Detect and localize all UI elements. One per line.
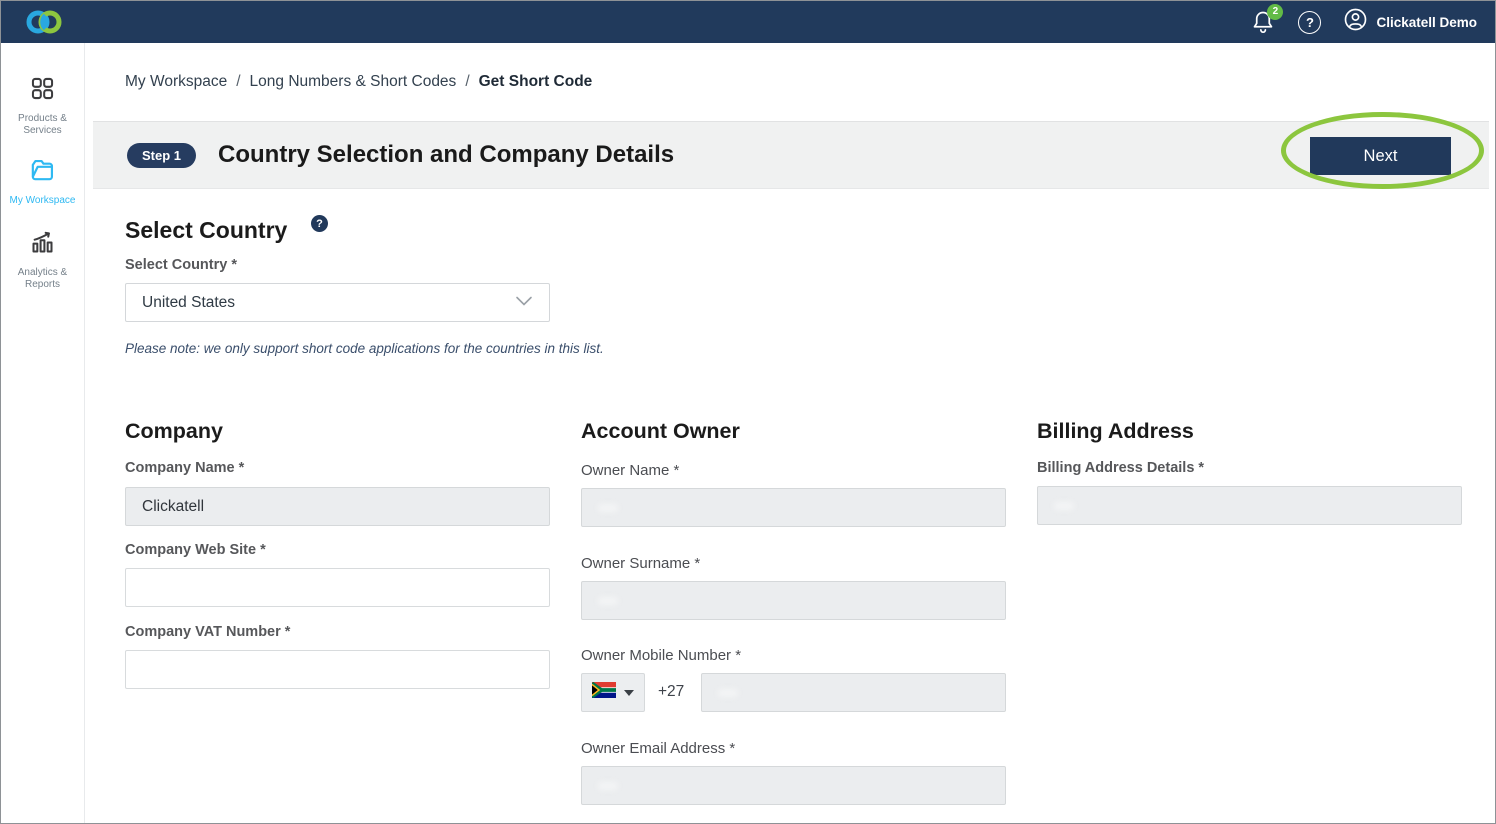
owner-email-label: Owner Email Address * [581,740,735,757]
billing-details-label: Billing Address Details * [1037,460,1204,476]
breadcrumb-long-numbers-short-codes[interactable]: Long Numbers & Short Codes [250,73,457,91]
owner-name-label: Owner Name * [581,462,679,479]
account-owner-section-heading: Account Owner [581,419,740,444]
country-code-selector[interactable] [581,673,645,712]
owner-email-input[interactable] [581,766,1006,805]
country-support-note: Please note: we only support short code … [125,341,604,356]
bar-chart-icon [29,229,56,261]
sidebar-item-analytics-reports[interactable]: Analytics & Reports [1,229,84,291]
billing-section-heading: Billing Address [1037,419,1194,444]
country-select-dropdown[interactable]: United States [125,283,550,322]
sidebar-item-my-workspace[interactable]: My Workspace [1,155,84,207]
step-badge: Step 1 [127,143,196,168]
redacted-text [718,689,738,697]
clickatell-logo-icon[interactable] [23,7,65,37]
breadcrumb: My Workspace / Long Numbers & Short Code… [125,73,592,91]
owner-mobile-label: Owner Mobile Number * [581,647,741,664]
app-window: 2 ? Clickatell Demo [0,0,1496,824]
select-country-heading: Select Country [125,217,287,244]
notification-count-badge: 2 [1267,4,1283,20]
country-select-value: United States [142,294,235,312]
sidebar-item-label: My Workspace [10,195,76,207]
step-title: Country Selection and Company Details [218,141,674,169]
breadcrumb-get-short-code: Get Short Code [479,73,593,91]
sidebar-item-label: Analytics & Reports [1,267,84,291]
grid-icon [29,75,56,107]
owner-surname-label: Owner Surname * [581,555,700,572]
next-button[interactable]: Next [1310,137,1451,175]
folder-icon [28,155,57,189]
owner-mobile-input[interactable] [701,673,1006,712]
step-header-bar: Step 1 Country Selection and Company Det… [93,121,1489,189]
help-icon[interactable]: ? [1298,11,1321,34]
breadcrumb-my-workspace[interactable]: My Workspace [125,73,227,91]
top-navbar: 2 ? Clickatell Demo [1,1,1495,43]
notifications-bell-icon[interactable]: 2 [1250,9,1276,35]
select-country-label: Select Country * [125,257,237,273]
billing-details-input[interactable] [1037,486,1462,525]
company-vat-input[interactable] [125,650,550,689]
chevron-down-icon [515,294,533,312]
company-section-heading: Company [125,419,223,444]
breadcrumb-separator: / [236,73,240,91]
sidebar-item-label: Products & Services [1,113,84,137]
company-name-input[interactable] [125,487,550,526]
select-country-help-icon[interactable]: ? [311,215,328,232]
sidebar-item-products-services[interactable]: Products & Services [1,75,84,137]
redacted-text [598,597,618,605]
flag-dropdown-arrow-icon [624,690,634,696]
company-name-label: Company Name * [125,460,244,476]
user-name-label: Clickatell Demo [1376,15,1477,30]
redacted-text [1054,502,1074,510]
south-africa-flag-icon [592,682,616,703]
breadcrumb-separator: / [465,73,469,91]
redacted-text [598,504,618,512]
user-menu[interactable]: Clickatell Demo [1343,7,1477,37]
company-website-input[interactable] [125,568,550,607]
company-vat-label: Company VAT Number * [125,624,290,640]
company-website-label: Company Web Site * [125,542,266,558]
user-avatar-icon [1343,7,1368,37]
owner-name-input[interactable] [581,488,1006,527]
sidebar: Products & Services My Workspace [1,43,85,823]
dial-code-label: +27 [658,683,684,701]
owner-surname-input[interactable] [581,581,1006,620]
redacted-text [598,782,618,790]
